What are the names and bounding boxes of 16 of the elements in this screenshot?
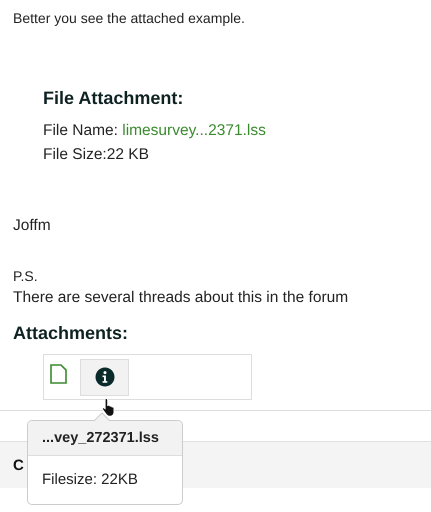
file-size-text: File Size:22 KB [43,145,150,165]
file-icon[interactable] [50,364,67,384]
info-button[interactable] [80,358,129,396]
attachment-heading: File Attachment: [43,88,184,109]
attachments-heading: Attachments: [13,323,130,344]
post-text: There are several threads about this in the forum [13,288,350,308]
ps-label: P.S. [13,267,39,286]
signature-text: Joffm [13,216,52,236]
info-icon [94,367,114,387]
file-name-label: File Name: [43,122,119,139]
section-title: C [13,456,24,474]
hand-cursor-icon [101,397,117,417]
tooltip-text: Filesize: 22KB [41,470,139,490]
tooltip-title: ...vey_272371.lss [28,421,182,456]
file-link[interactable]: limesurvey...2371.lss [122,122,266,139]
post-text: Better you see the attached example. [13,9,246,28]
